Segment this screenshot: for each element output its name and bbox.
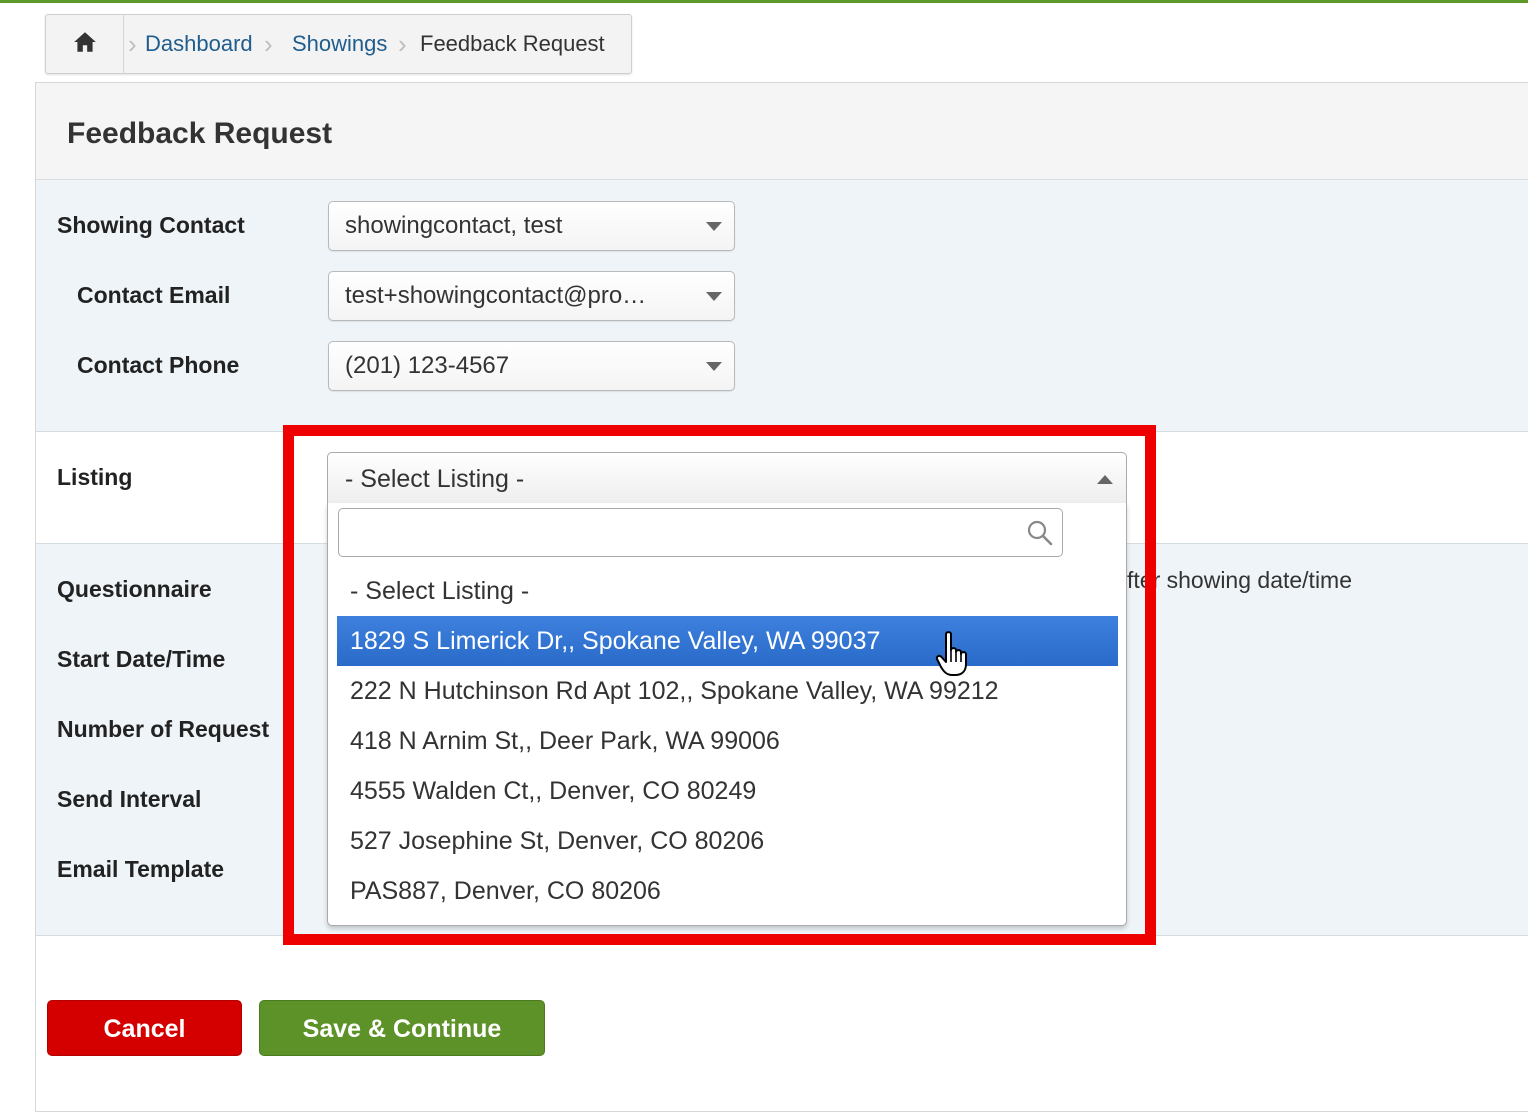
caret-down-icon <box>706 362 722 371</box>
listing-option[interactable]: 418 N Arnim St,, Deer Park, WA 99006 <box>337 716 1118 766</box>
listing-select[interactable]: - Select Listing - <box>327 452 1127 504</box>
listing-option[interactable]: - Select Listing - <box>337 566 1118 616</box>
contact-email-label: Contact Email <box>77 282 231 308</box>
listing-dropdown: - Select Listing - 1829 S Limerick Dr,, … <box>327 503 1127 926</box>
listing-search-input[interactable] <box>347 517 1007 549</box>
save-continue-button[interactable]: Save & Continue <box>259 1000 545 1056</box>
hand-cursor-icon <box>935 630 973 678</box>
listing-option[interactable]: 527 Josephine St, Denver, CO 80206 <box>337 816 1118 866</box>
listing-options: - Select Listing - 1829 S Limerick Dr,, … <box>337 566 1118 916</box>
email-template-label: Email Template <box>57 856 225 882</box>
listing-select-value: - Select Listing - <box>345 465 525 493</box>
number-of-request-label: Number of Request <box>57 716 270 742</box>
showing-contact-select[interactable]: showingcontact, test <box>328 201 735 251</box>
breadcrumb-current: Feedback Request <box>420 31 605 56</box>
breadcrumb: › Dashboard › Showings › Feedback Reques… <box>45 14 632 74</box>
contact-phone-label: Contact Phone <box>77 352 240 378</box>
caret-up-icon <box>1097 475 1113 484</box>
contact-phone-select[interactable]: (201) 123-4567 <box>328 341 735 391</box>
cancel-button[interactable]: Cancel <box>47 1000 242 1056</box>
chevron-right-icon: › <box>398 29 407 59</box>
caret-down-icon <box>706 222 722 231</box>
page-title: Feedback Request <box>67 117 333 150</box>
contact-section: Showing Contact showingcontact, test Con… <box>36 180 1528 432</box>
contact-email-select[interactable]: test+showingcontact@pro… <box>328 271 735 321</box>
showing-contact-value: showingcontact, test <box>345 212 563 239</box>
listing-option[interactable]: PAS887, Denver, CO 80206 <box>337 866 1118 916</box>
panel-header: Feedback Request <box>36 83 1528 180</box>
start-datetime-label: Start Date/Time <box>57 646 226 672</box>
contact-phone-value: (201) 123-4567 <box>345 352 510 379</box>
breadcrumb-showings[interactable]: Showings <box>292 15 387 73</box>
caret-down-icon <box>706 292 722 301</box>
listing-option[interactable]: 4555 Walden Ct,, Denver, CO 80249 <box>337 766 1118 816</box>
chevron-right-icon: › <box>264 29 273 59</box>
questionnaire-label: Questionnaire <box>57 576 212 602</box>
breadcrumb-home[interactable] <box>46 15 124 73</box>
chevron-right-icon: › <box>128 29 137 59</box>
home-icon <box>72 29 98 60</box>
send-interval-label: Send Interval <box>57 786 202 812</box>
showing-contact-label: Showing Contact <box>57 212 245 238</box>
listing-search-box[interactable] <box>338 508 1063 557</box>
listing-label: Listing <box>57 464 133 490</box>
listing-option[interactable]: 222 N Hutchinson Rd Apt 102,, Spokane Va… <box>337 666 1118 716</box>
breadcrumb-dashboard[interactable]: Dashboard <box>145 15 253 73</box>
top-accent-bar <box>0 0 1528 3</box>
contact-email-value: test+showingcontact@pro… <box>345 282 647 309</box>
start-datetime-hint: fter showing date/time <box>1127 567 1353 593</box>
listing-option-highlighted[interactable]: 1829 S Limerick Dr,, Spokane Valley, WA … <box>337 616 1118 666</box>
